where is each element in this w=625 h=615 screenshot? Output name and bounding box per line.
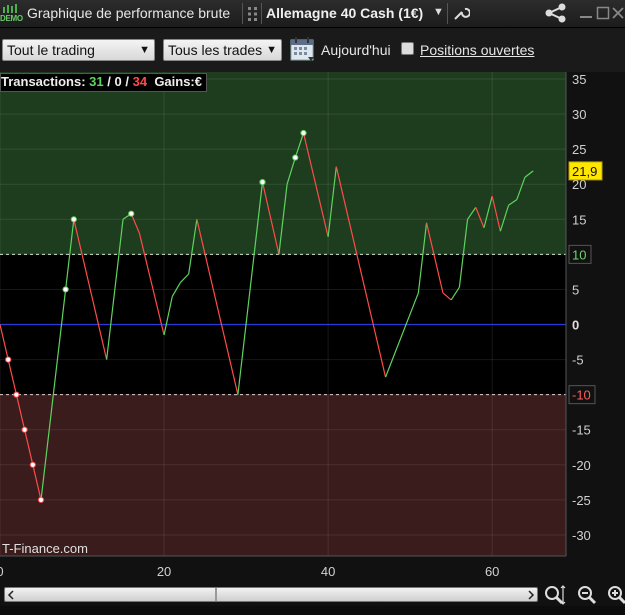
y-tick-label: -30 (572, 528, 591, 543)
x-axis-labels: 0 20 40 60 (0, 564, 499, 579)
scrollbar-thumb[interactable] (215, 588, 217, 601)
data-point (259, 179, 266, 186)
y-tick-label: 5 (572, 282, 579, 297)
separator: / (107, 74, 111, 89)
y-tick-label: 30 (572, 107, 586, 122)
stats-box: Transactions: 31 / 0 / 34 Gains:€ (0, 73, 208, 92)
data-point (37, 496, 45, 503)
status-strip (0, 606, 625, 615)
instrument-selector[interactable]: Allemagne 40 Cash (1€) (266, 5, 423, 21)
y-tick-label: -20 (572, 458, 591, 473)
divider (242, 3, 243, 24)
performance-chart[interactable]: 35 30 25 20 15 5 -5 -15 -20 -25 -30 0 20 40 60 10 -10 0… (0, 72, 625, 582)
today-button[interactable]: Aujourd'hui (321, 42, 391, 58)
upper-threshold-label: 10 (572, 247, 586, 262)
grip-icon[interactable] (246, 5, 260, 23)
loss-zone (0, 394, 566, 556)
separator: / (125, 74, 129, 89)
chevron-down-icon: ▼ (139, 44, 150, 56)
data-point (29, 461, 36, 468)
data-point (292, 154, 299, 161)
lower-threshold-label: -10 (572, 388, 591, 403)
trades-select-value: Tous les trades (168, 42, 263, 58)
y-tick-label: 35 (572, 72, 586, 87)
gains-currency: € (194, 74, 203, 89)
close-icon[interactable] (612, 6, 624, 20)
horizontal-scrollbar[interactable] (0, 583, 540, 605)
divider (447, 3, 448, 24)
toolbar: Tout le trading ▼ Tous les trades ▼ Aujo… (0, 28, 625, 72)
x-tick-label: 0 (0, 564, 4, 579)
window-title: Graphique de performance brute (27, 5, 231, 21)
data-point (62, 286, 69, 293)
y-axis-labels: 35302520155-5-15-20-25-30 (572, 72, 591, 543)
x-tick-label: 60 (485, 564, 499, 579)
calendar-icon[interactable] (290, 37, 316, 63)
profit-zone (0, 72, 566, 255)
zoom-out-icon[interactable] (574, 584, 600, 606)
winners-count: 31 (89, 74, 104, 89)
data-point (70, 216, 77, 223)
y-tick-label: -5 (572, 353, 584, 368)
open-positions-label[interactable]: Positions ouvertes (420, 42, 534, 58)
zoom-fit-icon[interactable] (542, 584, 568, 606)
chevron-down-icon: ▼ (266, 44, 277, 56)
maximize-icon[interactable] (596, 6, 610, 20)
wrench-icon[interactable] (452, 4, 470, 22)
losers-count: 34 (132, 74, 148, 89)
data-point (300, 129, 307, 137)
title-bar: DEMO Graphique de performance brute Alle… (0, 0, 625, 28)
scroll-left-icon[interactable] (7, 590, 15, 600)
zoom-in-icon[interactable] (604, 584, 625, 606)
watermark: T-Finance.com (2, 541, 88, 556)
data-point (13, 391, 20, 398)
share-icon[interactable] (544, 3, 568, 23)
x-tick-label: 40 (321, 564, 335, 579)
scroll-right-icon[interactable] (527, 590, 535, 600)
divider (261, 3, 262, 24)
app-logo: DEMO (0, 2, 23, 24)
data-point (5, 356, 12, 363)
minimize-icon[interactable] (579, 6, 593, 20)
y-tick-label: -25 (572, 493, 591, 508)
candles-icon (3, 4, 17, 13)
scope-select-value: Tout le trading (7, 42, 95, 58)
demo-badge: DEMO (0, 14, 23, 23)
gains-label: Gains: (154, 74, 195, 89)
scrollbar-track[interactable] (4, 587, 538, 602)
data-point (21, 426, 28, 433)
scope-select[interactable]: Tout le trading ▼ (2, 39, 155, 61)
transactions-label: Transactions: (1, 74, 86, 89)
trades-select[interactable]: Tous les trades ▼ (163, 39, 282, 61)
open-positions-checkbox[interactable] (401, 42, 414, 55)
data-point (128, 210, 135, 217)
zero-label: 0 (572, 318, 579, 333)
last-value-label: 21,9 (572, 164, 597, 179)
y-tick-label: 25 (572, 142, 586, 157)
chevron-down-icon[interactable]: ▼ (433, 6, 444, 18)
neutral-count: 0 (114, 74, 122, 89)
y-tick-label: 15 (572, 212, 586, 227)
y-tick-label: -15 (572, 423, 591, 438)
x-tick-label: 20 (157, 564, 171, 579)
